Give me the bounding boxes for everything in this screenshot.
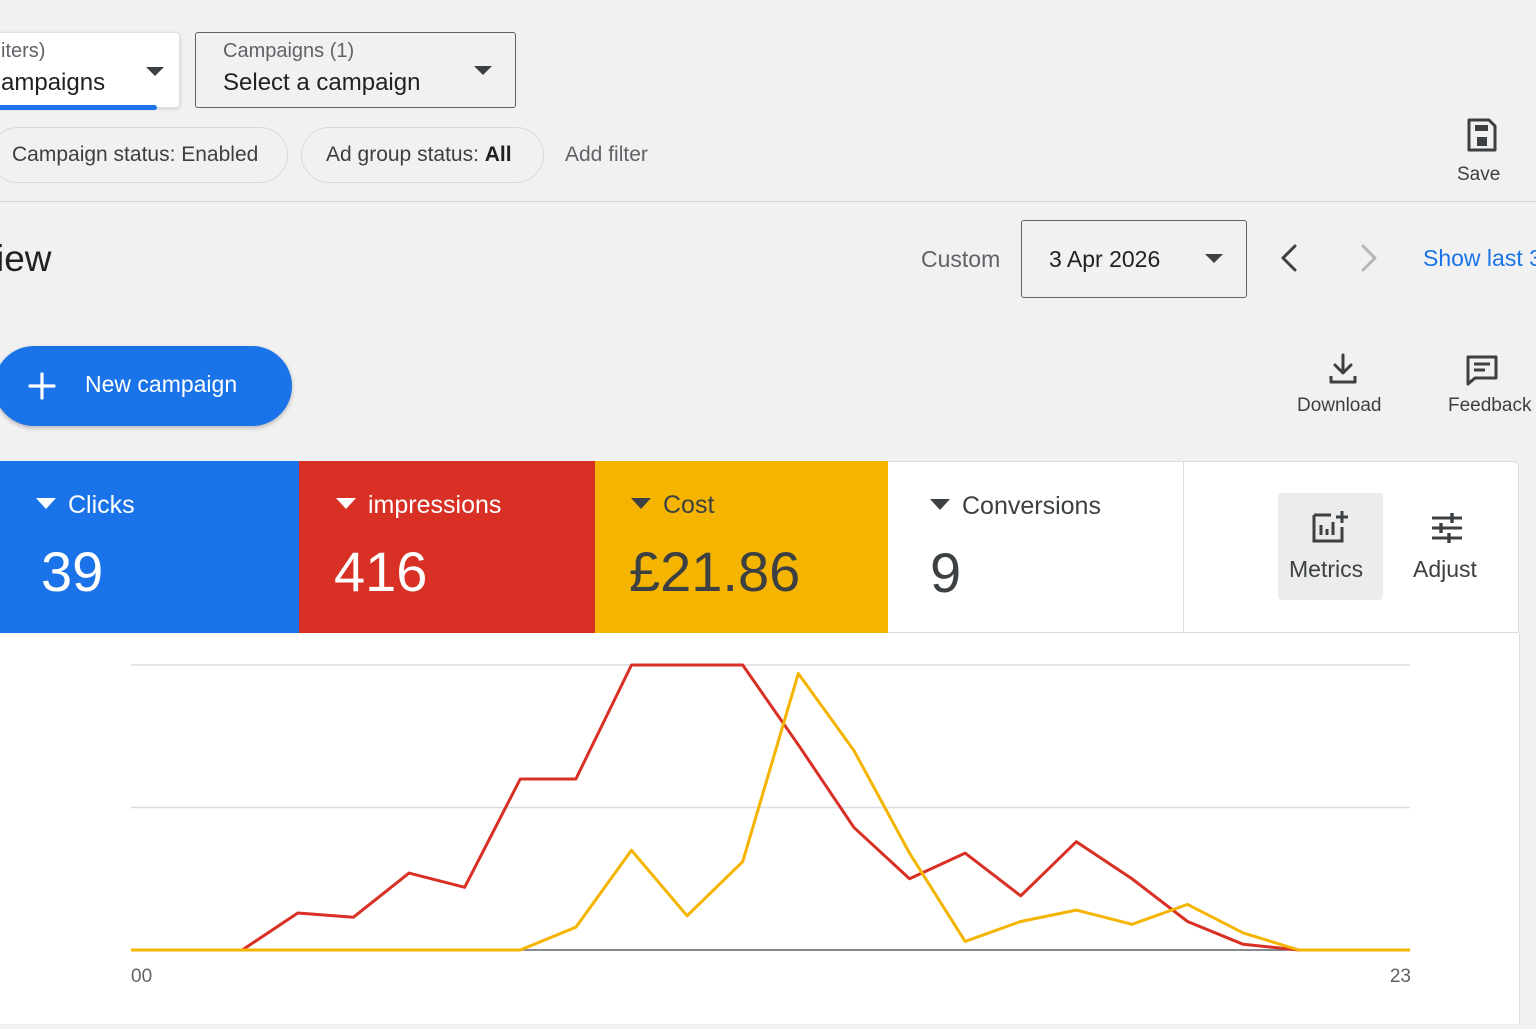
scorecard-cost-label: Cost	[631, 491, 714, 520]
next-period-button[interactable]	[1356, 243, 1382, 273]
x-axis-end-label: 23	[1390, 966, 1411, 987]
date-range-label: Custom	[921, 246, 1001, 272]
dropdown-arrow-icon	[631, 498, 651, 509]
feedback-label: Feedback	[1448, 395, 1532, 416]
selected-indicator	[0, 105, 157, 110]
scorecard-clicks[interactable]: Clicks 39	[0, 461, 299, 633]
campaign-selector-label: Campaigns (1)	[223, 40, 355, 62]
dropdown-arrow-icon	[36, 498, 56, 509]
plus-icon	[28, 372, 56, 400]
header-divider	[0, 201, 1536, 202]
new-campaign-button[interactable]: New campaign	[0, 346, 292, 426]
scorecard-conversions-label: Conversions	[930, 492, 1101, 521]
campaign-status-chip[interactable]: Campaign status: Enabled	[0, 127, 288, 183]
chevron-down-icon	[146, 67, 164, 76]
feedback-icon	[1466, 355, 1498, 386]
scorecard-clicks-value: 39	[41, 540, 104, 603]
series-line-2	[131, 672, 1410, 952]
campaign-status-chip-text: Campaign status: Enabled	[12, 143, 259, 166]
adjust-label: Adjust	[1413, 556, 1477, 582]
metrics-label: Metrics	[1289, 556, 1364, 582]
download-button[interactable]: Download	[1290, 352, 1396, 424]
scorecard-impressions[interactable]: impressions 416	[299, 461, 595, 633]
download-label: Download	[1297, 395, 1382, 416]
scorecard-impressions-label: impressions	[336, 491, 501, 520]
ad-group-status-chip[interactable]: Ad group status: All	[301, 127, 544, 183]
campaign-selector[interactable]: Campaigns (1) Select a campaign	[195, 32, 516, 108]
date-value: 3 Apr 2026	[1049, 246, 1161, 272]
x-axis-start-label: 00	[131, 966, 152, 987]
scorecard-tools: Metrics Adjust	[1183, 461, 1519, 633]
ad-group-status-chip-value: All	[484, 143, 512, 166]
adjust-button[interactable]: Adjust	[1404, 493, 1494, 600]
scorecard-cost[interactable]: Cost £21.86	[595, 461, 888, 633]
performance-chart: 00 23	[131, 663, 1411, 987]
campaign-selector-value: Select a campaign	[223, 69, 421, 96]
feedback-button[interactable]: Feedback	[1444, 352, 1536, 424]
scorecard-row: Clicks 39 impressions 416 Cost £21.86 Co…	[0, 461, 1519, 633]
ad-group-status-chip-prefix: Ad group status:	[326, 143, 485, 166]
scorecard-conversions-value: 9	[930, 541, 962, 604]
add-chart-icon	[1312, 511, 1348, 543]
scorecard-cost-value: £21.86	[629, 540, 801, 603]
add-filter-button[interactable]: Add filter	[565, 143, 648, 167]
save-icon	[1467, 118, 1497, 152]
date-picker[interactable]: 3 Apr 2026	[1021, 220, 1247, 298]
new-campaign-label: New campaign	[85, 371, 238, 397]
scorecard-impressions-value: 416	[334, 540, 428, 603]
download-icon	[1329, 353, 1357, 384]
dropdown-arrow-icon	[336, 498, 356, 509]
tune-icon	[1432, 513, 1462, 543]
scorecard-conversions[interactable]: Conversions 9	[888, 461, 1183, 633]
chevron-down-icon	[474, 66, 492, 75]
view-selector[interactable]: iters) ampaigns	[0, 32, 180, 110]
performance-chart-panel: 00 23	[0, 633, 1520, 1024]
save-label: Save	[1457, 164, 1501, 185]
page-title: iew	[0, 238, 52, 279]
show-last-link[interactable]: Show last 3	[1423, 245, 1536, 272]
view-selector-label: iters)	[1, 40, 46, 62]
save-button[interactable]: Save	[1450, 115, 1512, 191]
previous-period-button[interactable]	[1276, 243, 1302, 273]
view-selector-value: ampaigns	[1, 69, 106, 96]
metrics-button[interactable]: Metrics	[1278, 493, 1383, 600]
chevron-down-icon	[1205, 254, 1223, 263]
dropdown-arrow-icon	[930, 499, 950, 510]
scorecard-clicks-label: Clicks	[36, 491, 135, 520]
